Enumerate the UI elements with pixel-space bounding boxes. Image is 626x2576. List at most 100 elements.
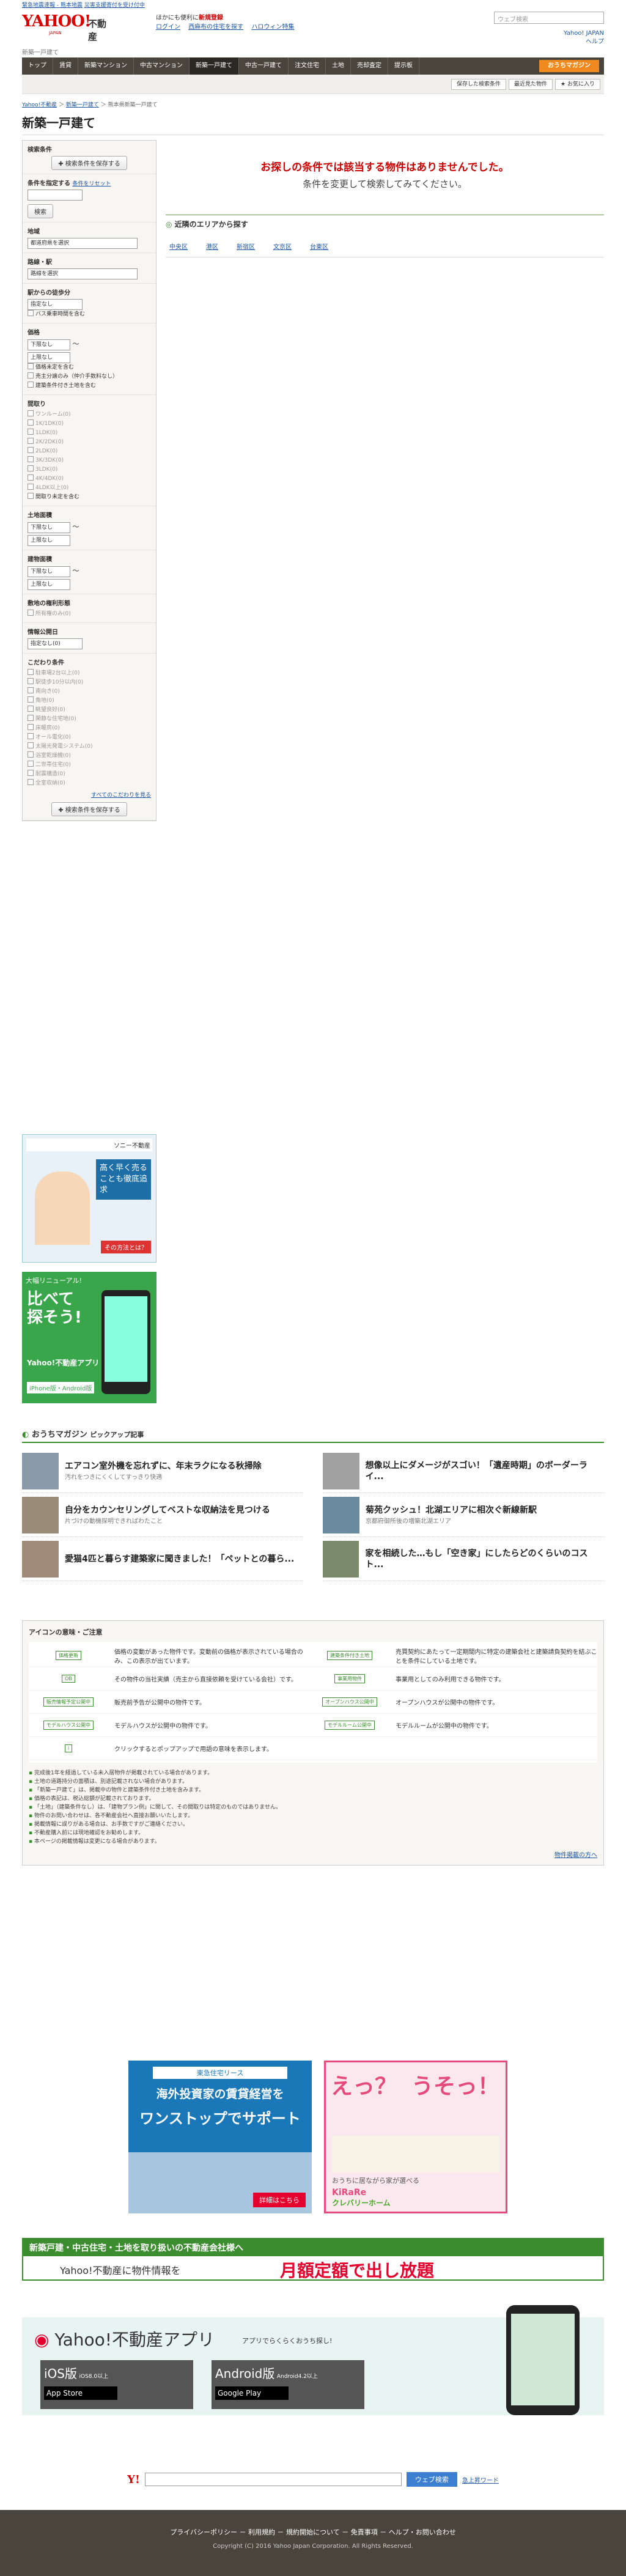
bld-max-select[interactable]: 上限なし (28, 579, 70, 590)
more-conditions-link[interactable]: すべてのこだわりを見る (91, 792, 151, 799)
nav-item[interactable]: 中古一戸建て (239, 57, 289, 75)
app-title: ◉ Yahoo!不動産アプリ (34, 2330, 215, 2350)
nav-item[interactable]: 提示板 (388, 57, 419, 75)
promo-link-2[interactable]: ハロウィン特集 (251, 24, 294, 31)
kodawari-checkbox[interactable]: 太陽光発電システム(0) (28, 742, 151, 751)
help-link[interactable]: ヘルプ (564, 38, 604, 46)
price-max-select[interactable]: 上限なし (28, 352, 70, 363)
nearby-area-link[interactable]: 中央区 (169, 244, 188, 251)
kodawari-checkbox[interactable]: 全室収納(0) (28, 779, 151, 788)
kodawari-checkbox[interactable]: 二世帯住宅(0) (28, 761, 151, 770)
web-search-input[interactable]: ウェブ検索 (494, 12, 604, 24)
trend-link[interactable]: 急上昇ワード (462, 2475, 499, 2484)
kodawari-checkbox[interactable]: 浴室乾燥機(0) (28, 751, 151, 761)
keyword-input[interactable] (28, 190, 83, 201)
land-max-select[interactable]: 上限なし (28, 535, 70, 546)
yahoo-japan-link[interactable]: Yahoo! JAPAN (564, 29, 604, 38)
article-item[interactable]: エアコン室外機を忘れずに、年末ラクになる秋掃除 汚れをつきにくくしてすっきり快適 (22, 1449, 303, 1493)
saved-search-button[interactable]: 保存した検索条件 (451, 78, 507, 90)
clevery-ad[interactable]: えっ？ うそっ！ おうちに居ながら家が選べる KiRaRe クレバリーホーム (324, 2061, 507, 2213)
register-link[interactable]: 新規登録 (199, 15, 223, 21)
owner-banner[interactable]: 新築戸建・中古住宅・土地を取り扱いの不動産会社様へ Yahoo!不動産に物件情報… (22, 2238, 604, 2281)
promo-link-1[interactable]: 西麻布の住宅を探す (188, 24, 243, 31)
nearby-area-link[interactable]: 新宿区 (237, 244, 255, 251)
madori-checkbox[interactable]: 3LDK(0) (28, 465, 151, 474)
tokyu-ad[interactable]: 東急住宅リース 海外投資家の賃貸経営を ワンストップでサポート 詳細はこちら (128, 2061, 312, 2213)
article-item[interactable]: 自分をカウンセリングしてベストな収納法を見つける 片づけの動機探明できればわたこと (22, 1493, 303, 1537)
bus-checkbox[interactable]: バス乗車時間を含む (28, 310, 151, 319)
save-condition-button[interactable]: ✚ 検索条件を保存する (51, 156, 127, 170)
nearby-area-link[interactable]: 文京区 (273, 244, 292, 251)
kodawari-checkbox[interactable]: 耐震構造(0) (28, 770, 151, 779)
app-ad[interactable]: 大幅リニューアル! 比べて探そう! Yahoo!不動産アプリ iPhone版・A… (22, 1272, 156, 1403)
search-button[interactable]: 検索 (28, 204, 53, 218)
madori-checkbox[interactable]: 2K/2DK(0) (28, 438, 151, 447)
madori-checkbox[interactable]: ワンルーム(0) (28, 410, 151, 419)
recent-viewed-button[interactable]: 最近見た物件 (509, 78, 553, 90)
madori-undecided-checkbox[interactable]: 間取り未定を含む (28, 493, 151, 502)
crumb-new-house[interactable]: 新築一戸建て (66, 102, 99, 108)
land-condition-checkbox[interactable]: 建築条件付き土地を含む (28, 382, 151, 391)
save-condition-button-2[interactable]: ✚ 検索条件を保存する (51, 802, 127, 816)
nav-item[interactable]: 土地 (326, 57, 351, 75)
google-play-button[interactable]: Google Play (215, 2386, 289, 2400)
article-item[interactable]: 家を相続した…もし「空き家」にしたらどのくらいのコスト... (323, 1537, 604, 1581)
nav-item[interactable]: 中古マンション (134, 57, 190, 75)
madori-checkbox[interactable]: 1K/1DK(0) (28, 419, 151, 429)
nav-item[interactable]: 注文住宅 (289, 57, 326, 75)
price-undecided-checkbox[interactable]: 価格未定を含む (28, 363, 151, 372)
article-item[interactable]: 菊苑クッシュ！北湖エリアに相次ぐ新線新駅 京都府御所後の増築北湖エリア (323, 1493, 604, 1537)
legend-row: OB その物件の当社実績（売主から直接依頼を受けている会社）です。 事業用物件 事業用… (29, 1667, 597, 1691)
kodawari-checkbox[interactable]: 眺望良好(0) (28, 706, 151, 715)
prefecture-select[interactable]: 都道府県を選択 (28, 238, 138, 249)
ios-download[interactable]: iOS版 iOS8.0以上 App Store (40, 2360, 193, 2409)
quake-link[interactable]: 緊急地震速報 - 熊本地震 (22, 2, 83, 9)
madori-checkbox[interactable]: 3K/3DK(0) (28, 456, 151, 465)
bld-min-select[interactable]: 下限なし (28, 566, 70, 577)
nearby-area-link[interactable]: 港区 (206, 244, 218, 251)
ownership-checkbox[interactable]: 所有権のみ(0) (28, 610, 151, 619)
app-store-button[interactable]: App Store (44, 2386, 117, 2400)
kodawari-checkbox[interactable]: 閑静な住宅地(0) (28, 715, 151, 724)
madori-checkbox[interactable]: 4K/4DK(0) (28, 474, 151, 484)
article-item[interactable]: 想像以上にダメージがスゴい！「遺産時期」のボーダーライ... (323, 1449, 604, 1493)
footer-search-input[interactable] (144, 2473, 402, 2486)
footer-links[interactable]: プライバシーポリシー － 利用規約 － 規約開始について － 免責事項 － ヘル… (0, 2527, 626, 2537)
line-select[interactable]: 路線を選択 (28, 268, 138, 279)
article-item[interactable]: 愛猫4匹と暮らす建築家に聞きました！「ペットとの暮ら... (22, 1537, 303, 1581)
donation-link[interactable]: 災害支援寄付を受け付中 (84, 2, 145, 9)
nav-item[interactable]: 売却査定 (351, 57, 388, 75)
land-min-select[interactable]: 下限なし (28, 522, 70, 533)
seller-only-checkbox[interactable]: 売主分譲のみ（仲介手数料なし） (28, 372, 151, 382)
madori-checkbox[interactable]: 1LDK(0) (28, 429, 151, 438)
yahoo-small-logo[interactable]: Y! (127, 2473, 140, 2486)
sony-ad[interactable]: ソニー不動産 高く早く売ることも徹底追求 その方法とは？ (22, 1134, 156, 1263)
article-thumbnail (323, 1540, 359, 1578)
nav-item[interactable]: トップ (22, 57, 53, 75)
login-link[interactable]: ログイン (156, 24, 180, 31)
crumb-home[interactable]: Yahoo!不動産 (22, 102, 57, 108)
android-download[interactable]: Android版 Android4.2以上 Google Play (212, 2360, 364, 2409)
yahoo-logo[interactable]: YAHOO! 不動産 JAPAN (22, 12, 114, 42)
kodawari-checkbox[interactable]: 床暖房(0) (28, 724, 151, 733)
price-min-select[interactable]: 下限なし (28, 339, 70, 350)
reset-link[interactable]: 条件をリセット (72, 181, 111, 187)
legend-row: モデルハウス公開中 モデルハウスが公開中の物件です。 モデルルーム公開中 モデルルーム… (29, 1714, 597, 1737)
nearby-area-link[interactable]: 台東区 (310, 244, 328, 251)
favorites-button[interactable]: ★ お気に入り (555, 78, 600, 90)
publish-date-select[interactable]: 指定なし(0) (28, 638, 83, 649)
walk-select[interactable]: 指定なし (28, 299, 83, 310)
kodawari-checkbox[interactable]: 角地(0) (28, 696, 151, 706)
footer-search-button[interactable]: ウェブ検索 (406, 2472, 457, 2487)
kodawari-checkbox[interactable]: 南向き(0) (28, 687, 151, 696)
nav-item[interactable]: 新築一戸建て (190, 57, 239, 75)
kodawari-checkbox[interactable]: 駅徒歩10分以内(0) (28, 678, 151, 687)
kodawari-checkbox[interactable]: オール電化(0) (28, 733, 151, 742)
for-publishers-link[interactable]: 物件掲載の方へ (554, 1852, 597, 1859)
kodawari-checkbox[interactable]: 駐車場2台以上(0) (28, 669, 151, 678)
nav-item[interactable]: 新築マンション (78, 57, 134, 75)
madori-checkbox[interactable]: 2LDK(0) (28, 447, 151, 456)
nav-item[interactable]: 賃貸 (53, 57, 78, 75)
madori-checkbox[interactable]: 4LDK以上(0) (28, 484, 151, 493)
ouchi-magazine-button[interactable]: おうちマガジン (539, 60, 599, 72)
